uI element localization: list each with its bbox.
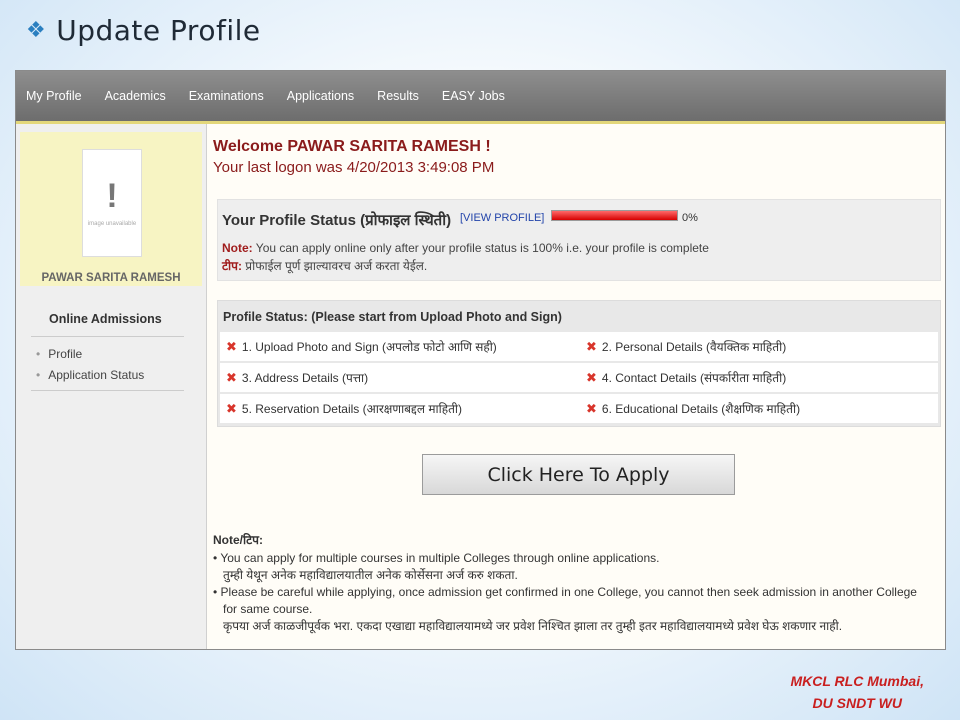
nav-results[interactable]: Results bbox=[377, 89, 419, 103]
slide-title: ❖ Update Profile bbox=[26, 14, 261, 47]
diamond-bullet-icon: ❖ bbox=[26, 18, 47, 43]
step-label: 5. Reservation Details (आरक्षणाबद्दल माह… bbox=[241, 402, 463, 416]
steps-grid: ✖ 1. Upload Photo and Sign (अपलोड फोटो आण… bbox=[220, 332, 938, 423]
note-line-continued: for same course. bbox=[223, 602, 313, 616]
slide-footer: MKCL RLC Mumbai, DU SNDT WU bbox=[790, 670, 924, 714]
incomplete-x-icon: ✖ bbox=[586, 369, 597, 385]
steps-heading: Profile Status: (Please start from Uploa… bbox=[223, 310, 562, 324]
tip-label: टीप: bbox=[222, 259, 242, 273]
profile-progress-fill bbox=[552, 211, 677, 220]
nav-academics[interactable]: Academics bbox=[105, 89, 166, 103]
profile-tip: टीप: प्रोफाईल पूर्ण झाल्यावरच अर्ज करता … bbox=[222, 257, 427, 274]
note-label: Note: bbox=[222, 241, 253, 255]
incomplete-x-icon: ✖ bbox=[226, 400, 237, 416]
notes-heading: Note/टिप: bbox=[213, 533, 263, 547]
sidebar-item-profile[interactable]: Profile bbox=[36, 347, 206, 361]
step-label: 4. Contact Details (संपर्कारीता माहिती) bbox=[601, 371, 787, 385]
incomplete-x-icon: ✖ bbox=[586, 400, 597, 416]
sidebar-divider bbox=[31, 390, 184, 391]
incomplete-x-icon: ✖ bbox=[586, 338, 597, 354]
profile-steps-panel: Profile Status: (Please start from Uploa… bbox=[217, 300, 941, 427]
profile-card: ! image unavailable PAWAR SARITA RAMESH bbox=[20, 132, 202, 286]
view-profile-link[interactable]: [VIEW PROFILE] bbox=[460, 212, 544, 224]
bottom-notes: Note/टिप: You can apply for multiple cou… bbox=[213, 532, 941, 635]
sidebar: ! image unavailable PAWAR SARITA RAMESH … bbox=[16, 124, 207, 649]
browser-screenshot-frame: My Profile Academics Examinations Applic… bbox=[15, 70, 946, 650]
sidebar-heading: Online Admissions bbox=[49, 312, 162, 326]
avatar-caption: image unavailable bbox=[87, 221, 137, 227]
step-reservation-details[interactable]: ✖ 5. Reservation Details (आरक्षणाबद्दल मा… bbox=[220, 394, 580, 423]
step-address-details[interactable]: ✖ 3. Address Details (पत्ता) bbox=[220, 363, 580, 392]
step-label: 6. Educational Details (शैक्षणिक माहिती) bbox=[601, 402, 801, 416]
step-label: 3. Address Details (पत्ता) bbox=[241, 371, 369, 385]
slide-title-text: Update Profile bbox=[56, 14, 261, 47]
step-label: 1. Upload Photo and Sign (अपलोड फोटो आणि… bbox=[241, 340, 497, 354]
avatar: ! image unavailable bbox=[82, 149, 142, 257]
nav-my-profile[interactable]: My Profile bbox=[26, 89, 82, 103]
main-content: Welcome PAWAR SARITA RAMESH ! Your last … bbox=[207, 124, 945, 649]
nav-easy-jobs[interactable]: EASY Jobs bbox=[442, 89, 505, 103]
step-educational-details[interactable]: ✖ 6. Educational Details (शैक्षणिक माहिती… bbox=[580, 394, 938, 423]
image-unavailable-icon: ! bbox=[106, 177, 118, 215]
sidebar-item-application-status[interactable]: Application Status bbox=[36, 368, 206, 382]
profile-note: Note: You can apply online only after yo… bbox=[222, 241, 709, 255]
tip-text: प्रोफाईल पूर्ण झाल्यावरच अर्ज करता येईल. bbox=[241, 259, 428, 273]
step-upload-photo[interactable]: ✖ 1. Upload Photo and Sign (अपलोड फोटो आण… bbox=[220, 332, 580, 361]
sidebar-divider bbox=[31, 336, 184, 337]
note-line-marathi: कृपया अर्ज काळजीपूर्वक भरा. एकदा एखाद्या… bbox=[223, 619, 843, 633]
nav-examinations[interactable]: Examinations bbox=[189, 89, 264, 103]
top-navigation: My Profile Academics Examinations Applic… bbox=[16, 71, 945, 124]
sidebar-menu: Profile Application Status bbox=[36, 347, 206, 382]
incomplete-x-icon: ✖ bbox=[226, 338, 237, 354]
profile-status-title: Your Profile Status (प्रोफाइल स्थिती) bbox=[222, 212, 452, 229]
apply-button[interactable]: Click Here To Apply bbox=[422, 454, 735, 495]
profile-status-panel: Your Profile Status (प्रोफाइल स्थिती) [V… bbox=[217, 199, 941, 281]
nav-applications[interactable]: Applications bbox=[287, 89, 354, 103]
welcome-heading: Welcome PAWAR SARITA RAMESH ! bbox=[213, 138, 491, 155]
incomplete-x-icon: ✖ bbox=[226, 369, 237, 385]
profile-name: PAWAR SARITA RAMESH bbox=[41, 272, 181, 284]
step-label: 2. Personal Details (वैयक्तिक माहिती) bbox=[601, 340, 787, 354]
note-text: You can apply online only after your pro… bbox=[252, 241, 709, 255]
profile-progress-percent: 0% bbox=[682, 212, 698, 224]
footer-line: DU SNDT WU bbox=[812, 695, 902, 711]
note-line-marathi: तुम्ही येथून अनेक महाविद्यालयातील अनेक क… bbox=[223, 568, 518, 582]
note-line: You can apply for multiple courses in mu… bbox=[213, 550, 941, 567]
profile-progress-bar bbox=[551, 210, 678, 221]
step-contact-details[interactable]: ✖ 4. Contact Details (संपर्कारीता माहिती) bbox=[580, 363, 938, 392]
last-logon-text: Your last logon was 4/20/2013 3:49:08 PM bbox=[213, 159, 495, 176]
note-line: Please be careful while applying, once a… bbox=[213, 584, 941, 601]
step-personal-details[interactable]: ✖ 2. Personal Details (वैयक्तिक माहिती) bbox=[580, 332, 938, 361]
footer-line: MKCL RLC Mumbai, bbox=[790, 673, 924, 689]
